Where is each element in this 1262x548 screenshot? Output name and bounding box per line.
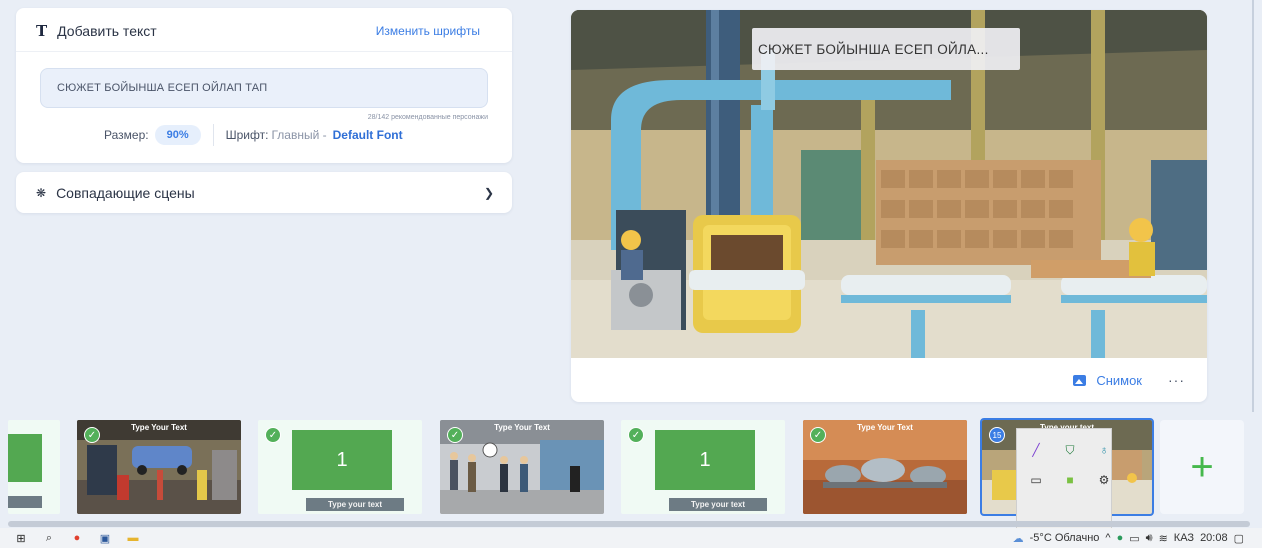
font-main-label: Главный -: [271, 128, 327, 142]
scene-thumbnail-1[interactable]: ✓ Type Your Text: [77, 420, 241, 514]
system-tray-overflow: ╱ ⛉ ♁ ▭ ■ ⚙: [1016, 428, 1112, 532]
matching-scenes-dropdown[interactable]: ❋ Совпадающие сцены ❯: [16, 172, 512, 213]
network-app-icon[interactable]: ♁: [1093, 439, 1115, 461]
windows-taskbar: ⊞ ⌕ ● ▣ ▬ ☁ -5°C Облачно ^ ● ▭ 🔊︎ ≋ КАЗ …: [0, 528, 1262, 548]
text-icon: T: [36, 21, 48, 40]
shield-icon[interactable]: ⛉: [1059, 439, 1081, 461]
scene-preview: СЮЖЕТ БОЙЫНША ЕСЕП ОЙЛА... Снимок ···: [571, 10, 1207, 402]
search-icon[interactable]: ⌕: [42, 531, 56, 545]
taskbar-tray: ☁ -5°C Облачно ^ ● ▭ 🔊︎ ≋ КАЗ 20:08 ▢: [1013, 528, 1244, 548]
green-number-box: 1: [655, 430, 755, 490]
file-explorer-icon[interactable]: ▬: [126, 531, 140, 545]
size-value[interactable]: 90%: [154, 125, 201, 145]
app-tray-icon[interactable]: ●: [1117, 532, 1124, 544]
volume-icon[interactable]: 🔊︎: [1146, 532, 1153, 545]
scene-number-badge: 15: [989, 427, 1005, 443]
notifications-icon[interactable]: ▢: [1234, 532, 1244, 545]
font-label: Шрифт:: [225, 128, 269, 142]
size-label: Размер:: [104, 128, 149, 142]
scene-thumbnail-5[interactable]: ✓ Type Your Text: [803, 420, 967, 514]
add-text-title-label: Добавить текст: [57, 22, 157, 39]
scene-thumbnail-0[interactable]: [8, 420, 60, 514]
preview-footer: Снимок ···: [571, 358, 1207, 402]
snapshot-label: Снимок: [1096, 372, 1142, 388]
image-icon: [1073, 374, 1087, 386]
garage-scene-image: [77, 420, 241, 514]
snapshot-button[interactable]: Снимок: [1073, 373, 1142, 388]
word-icon[interactable]: ▣: [98, 531, 112, 545]
weather-text[interactable]: -5°C Облачно: [1030, 532, 1100, 544]
matching-scenes-label: Совпадающие сцены: [56, 184, 195, 201]
weather-icon: ☁: [1012, 532, 1024, 545]
slide-text-bar: Type your text: [669, 498, 767, 511]
preview-caption[interactable]: СЮЖЕТ БОЙЫНША ЕСЕП ОЙЛА...: [752, 28, 1020, 70]
office-scene-image: [440, 420, 604, 514]
text-input[interactable]: СЮЖЕТ БОЙЫНША ЕСЕП ОЙЛАП ТАП: [40, 68, 488, 108]
char-count: 28/142 рекомендованные персонажи: [367, 114, 488, 121]
clock[interactable]: 20:08: [1200, 532, 1228, 544]
scene-thumbnail-3[interactable]: ✓ Type Your Text: [440, 420, 604, 514]
slide-text-bar: Type your text: [306, 498, 404, 511]
thumbnail-title: Type Your Text: [494, 423, 550, 432]
green-placeholder: [8, 434, 42, 482]
scene-thumbnail-2[interactable]: 1 Type your text ✓: [258, 420, 422, 514]
slide-text-bar: [8, 496, 42, 508]
thumbnail-title: Type Your Text: [131, 423, 187, 432]
mars-base-scene-image: [803, 420, 967, 514]
add-text-title: T Добавить текст: [36, 22, 157, 40]
chevron-down-icon[interactable]: ❯: [484, 186, 494, 200]
nvidia-icon[interactable]: ■: [1059, 469, 1081, 491]
chrome-icon[interactable]: ●: [70, 531, 84, 545]
more-options-button[interactable]: ···: [1168, 372, 1185, 388]
pen-icon[interactable]: ╱: [1025, 439, 1047, 461]
scenes-icon: ❋: [36, 185, 47, 200]
size-font-row: Размер: 90% Шрифт: Главный - Default Fon…: [104, 124, 403, 146]
battery-icon[interactable]: ▭: [1129, 532, 1139, 545]
windows-start-icon[interactable]: ⊞: [14, 531, 28, 545]
divider: [212, 124, 214, 146]
change-fonts-link[interactable]: Изменить шрифты: [376, 24, 480, 38]
chevron-up-icon[interactable]: ^: [1105, 532, 1110, 544]
defender-icon[interactable]: ⚙: [1093, 469, 1115, 491]
check-icon: ✓: [265, 427, 281, 443]
check-icon: ✓: [628, 427, 644, 443]
horizontal-scrollbar[interactable]: [8, 521, 1250, 527]
add-text-panel: T Добавить текст Изменить шрифты СЮЖЕТ Б…: [16, 8, 512, 163]
scene-thumbnail-4[interactable]: 1 Type your text ✓: [621, 420, 785, 514]
add-scene-button[interactable]: +: [1160, 420, 1244, 514]
thumbnail-title: Type Your Text: [857, 423, 913, 432]
device-icon[interactable]: ▭: [1025, 469, 1047, 491]
green-number-box: 1: [292, 430, 392, 490]
font-name-link[interactable]: Default Font: [333, 128, 403, 142]
matching-scenes-title: ❋ Совпадающие сцены: [36, 185, 195, 201]
language-indicator[interactable]: КАЗ: [1174, 532, 1194, 544]
wifi-icon[interactable]: ≋: [1159, 532, 1168, 545]
add-text-header: T Добавить текст Изменить шрифты: [16, 8, 512, 52]
